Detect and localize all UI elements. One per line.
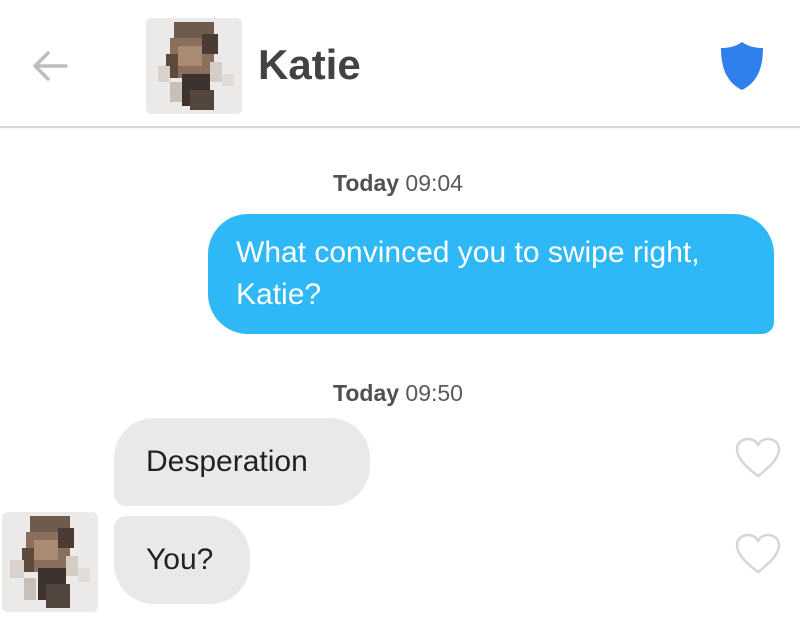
incoming-message-bubble[interactable]: Desperation [114, 418, 370, 506]
timestamp-day: Today [333, 170, 400, 196]
contact-avatar[interactable] [146, 18, 242, 114]
like-message-button[interactable] [734, 532, 782, 576]
message-timestamp: Today 09:50 [0, 380, 798, 407]
timestamp-time: 09:50 [405, 380, 463, 406]
timestamp-day: Today [333, 380, 400, 406]
arrow-left-icon [33, 51, 68, 81]
chat-header: Katie [0, 0, 800, 128]
shield-icon [721, 42, 763, 90]
back-button[interactable] [26, 42, 74, 90]
sender-avatar[interactable] [2, 512, 98, 612]
heart-outline-icon [735, 533, 781, 574]
outgoing-message-bubble[interactable]: What convinced you to swipe right, Katie… [208, 214, 774, 334]
avatar-image [146, 18, 242, 114]
chat-screen: Katie Today 09:04 What convinced you to … [0, 0, 800, 632]
like-message-button[interactable] [734, 436, 782, 480]
avatar-image [2, 512, 98, 612]
incoming-message-bubble[interactable]: You? [114, 516, 250, 604]
message-timestamp: Today 09:04 [0, 170, 798, 197]
contact-name[interactable]: Katie [258, 38, 361, 92]
heart-outline-icon [735, 437, 781, 478]
safety-shield-button[interactable] [718, 40, 766, 92]
timestamp-time: 09:04 [405, 170, 463, 196]
